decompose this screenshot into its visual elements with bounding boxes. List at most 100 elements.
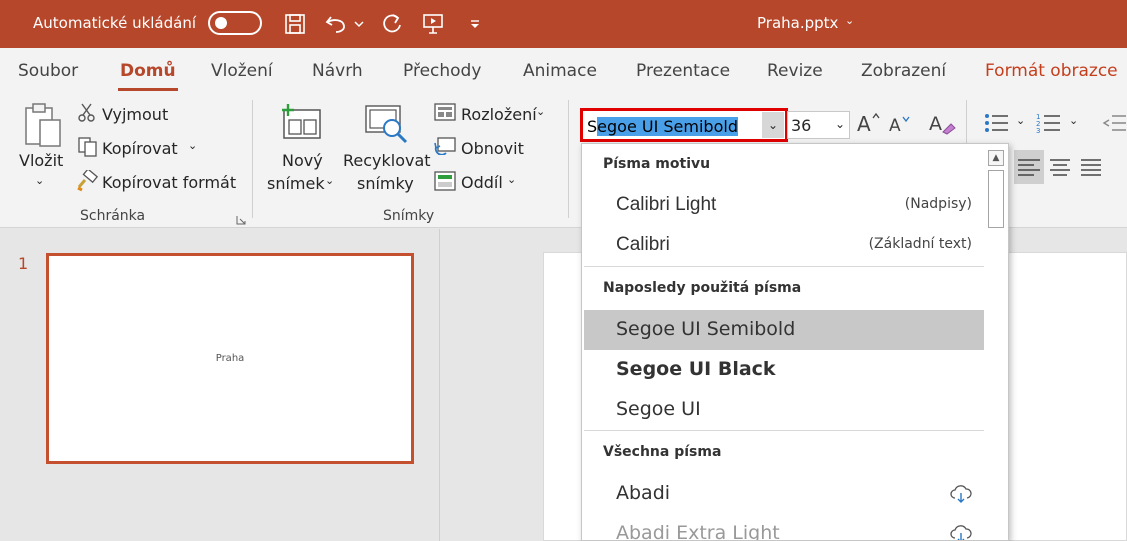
separator bbox=[252, 100, 253, 218]
font-option-name: Calibri Light bbox=[616, 194, 717, 215]
autosave-label: Automatické ukládání bbox=[33, 14, 197, 32]
font-option-name: Segoe UI Black bbox=[616, 358, 776, 380]
font-option-name: Segoe UI Semibold bbox=[616, 318, 796, 340]
tab-shape-format[interactable]: Formát obrazce bbox=[985, 61, 1118, 81]
font-size-input[interactable]: 36 bbox=[791, 116, 811, 135]
numbering-chevron-down-icon[interactable]: ⌄ bbox=[1069, 114, 1078, 127]
tab-file[interactable]: Soubor bbox=[18, 61, 78, 81]
theme-fonts-header: Písma motivu bbox=[603, 156, 711, 172]
copy-chevron-down-icon[interactable]: ⌄ bbox=[188, 139, 197, 152]
bullets-icon[interactable] bbox=[984, 112, 1010, 138]
scroll-up-icon[interactable]: ▲ bbox=[988, 150, 1004, 166]
layout-chevron-down-icon[interactable]: ⌄ bbox=[536, 105, 545, 118]
new-slide-icon[interactable] bbox=[280, 104, 322, 144]
title-bar: Automatické ukládání Praha.pptx ⌄ bbox=[0, 0, 1127, 48]
tab-animations[interactable]: Animace bbox=[523, 61, 597, 81]
font-option[interactable]: Segoe UI Black bbox=[584, 350, 984, 390]
layout-label[interactable]: Rozložení bbox=[461, 105, 537, 124]
undo-icon[interactable] bbox=[324, 10, 350, 38]
tab-home[interactable]: Domů bbox=[118, 61, 178, 91]
slides-group-label: Snímky bbox=[383, 208, 435, 224]
clear-formatting-icon[interactable]: A bbox=[929, 112, 957, 140]
align-left-icon[interactable] bbox=[1014, 150, 1044, 184]
cut-label[interactable]: Vyjmout bbox=[102, 105, 168, 124]
section-label[interactable]: Oddíl bbox=[461, 173, 503, 192]
grow-font-icon[interactable]: A bbox=[857, 112, 881, 138]
tab-insert[interactable]: Vložení bbox=[211, 61, 273, 81]
font-option[interactable]: Abadi Extra Light bbox=[584, 514, 984, 541]
layout-icon[interactable] bbox=[434, 103, 456, 125]
svg-text:3: 3 bbox=[1036, 127, 1040, 134]
shrink-font-icon[interactable]: A bbox=[889, 114, 913, 138]
customize-toolbar-icon[interactable] bbox=[467, 10, 483, 38]
separator bbox=[568, 100, 569, 218]
toggle-knob bbox=[215, 17, 227, 29]
font-name-selection: egoe UI Semibold bbox=[597, 117, 738, 136]
scroll-thumb[interactable] bbox=[988, 170, 1004, 228]
new-slide-label-1[interactable]: Nový bbox=[282, 151, 323, 170]
document-title[interactable]: Praha.pptx bbox=[757, 14, 838, 32]
separator bbox=[584, 266, 984, 267]
tab-view[interactable]: Zobrazení bbox=[861, 61, 946, 81]
title-chevron-down-icon[interactable]: ⌄ bbox=[845, 14, 854, 27]
tab-design[interactable]: Návrh bbox=[312, 61, 363, 81]
format-painter-label[interactable]: Kopírovat formát bbox=[102, 173, 236, 192]
section-icon[interactable] bbox=[434, 171, 456, 195]
align-right-icon[interactable] bbox=[1077, 150, 1105, 188]
font-name-prefix: S bbox=[587, 117, 598, 136]
presentation-icon[interactable] bbox=[420, 10, 446, 38]
font-size-combobox[interactable]: 36 ⌄ bbox=[787, 111, 850, 139]
new-slide-label-2[interactable]: snímek bbox=[267, 174, 325, 193]
section-chevron-down-icon[interactable]: ⌄ bbox=[507, 173, 516, 186]
font-option-hint: (Nadpisy) bbox=[904, 196, 972, 212]
clipboard-launcher-icon[interactable] bbox=[236, 210, 246, 229]
tab-transitions[interactable]: Přechody bbox=[403, 61, 481, 81]
font-option[interactable]: Calibri (Základní text) bbox=[584, 226, 984, 266]
font-name-combobox[interactable]: Segoe UI Semibold ⌄ bbox=[580, 108, 788, 142]
numbering-icon[interactable]: 123 bbox=[1036, 112, 1062, 138]
slide-thumbnail[interactable]: Praha bbox=[46, 253, 414, 464]
autosave-toggle[interactable] bbox=[208, 11, 262, 35]
dropdown-scrollbar[interactable]: ▲ bbox=[985, 146, 1007, 540]
undo-dropdown-icon[interactable] bbox=[353, 10, 365, 38]
align-center-icon[interactable] bbox=[1046, 150, 1074, 188]
bullets-chevron-down-icon[interactable]: ⌄ bbox=[1016, 114, 1025, 127]
paste-label[interactable]: Vložit bbox=[19, 151, 63, 170]
font-option-hint: (Základní text) bbox=[868, 236, 972, 252]
font-option-name: Calibri bbox=[616, 234, 670, 255]
font-name-input[interactable]: Segoe UI Semibold bbox=[587, 117, 738, 137]
svg-text:A: A bbox=[857, 112, 871, 134]
paste-chevron-down-icon[interactable]: ⌄ bbox=[35, 174, 44, 187]
font-option[interactable]: Calibri Light (Nadpisy) bbox=[584, 186, 984, 226]
font-size-chevron-down-icon[interactable]: ⌄ bbox=[835, 117, 845, 131]
font-name-chevron-down-icon[interactable]: ⌄ bbox=[762, 112, 784, 138]
tab-review[interactable]: Revize bbox=[767, 61, 823, 81]
reuse-slides-label-1[interactable]: Recyklovat bbox=[343, 151, 431, 170]
cloud-download-icon bbox=[950, 525, 972, 540]
svg-text:A: A bbox=[929, 113, 942, 135]
redo-icon[interactable] bbox=[379, 10, 405, 38]
reset-label[interactable]: Obnovit bbox=[461, 139, 524, 158]
new-slide-chevron-down-icon[interactable]: ⌄ bbox=[325, 174, 334, 187]
reuse-slides-label-2[interactable]: snímky bbox=[357, 174, 414, 193]
font-option[interactable]: Abadi bbox=[584, 474, 984, 514]
reuse-slides-icon[interactable] bbox=[364, 104, 410, 148]
reset-icon[interactable] bbox=[434, 137, 456, 159]
font-option-name: Segoe UI bbox=[616, 398, 701, 420]
svg-text:A: A bbox=[889, 116, 901, 134]
copy-icon[interactable] bbox=[78, 137, 98, 161]
slide-number: 1 bbox=[18, 254, 29, 273]
save-icon[interactable] bbox=[283, 10, 307, 38]
font-option-selected[interactable]: Segoe UI Semibold bbox=[584, 310, 984, 350]
paste-icon[interactable] bbox=[22, 102, 64, 154]
font-option[interactable]: Segoe UI bbox=[584, 390, 984, 430]
clipboard-group-label: Schránka bbox=[80, 208, 146, 224]
format-painter-icon[interactable] bbox=[76, 168, 99, 196]
scissors-icon[interactable] bbox=[78, 103, 96, 127]
decrease-indent-icon[interactable] bbox=[1102, 112, 1126, 138]
ribbon-tabs: Soubor Domů Vložení Návrh Přechody Anima… bbox=[0, 48, 1127, 92]
recent-fonts-header: Naposledy použitá písma bbox=[603, 280, 802, 296]
copy-label[interactable]: Kopírovat bbox=[102, 139, 178, 158]
tab-slideshow[interactable]: Prezentace bbox=[636, 61, 730, 81]
font-option-name: Abadi Extra Light bbox=[616, 522, 780, 541]
